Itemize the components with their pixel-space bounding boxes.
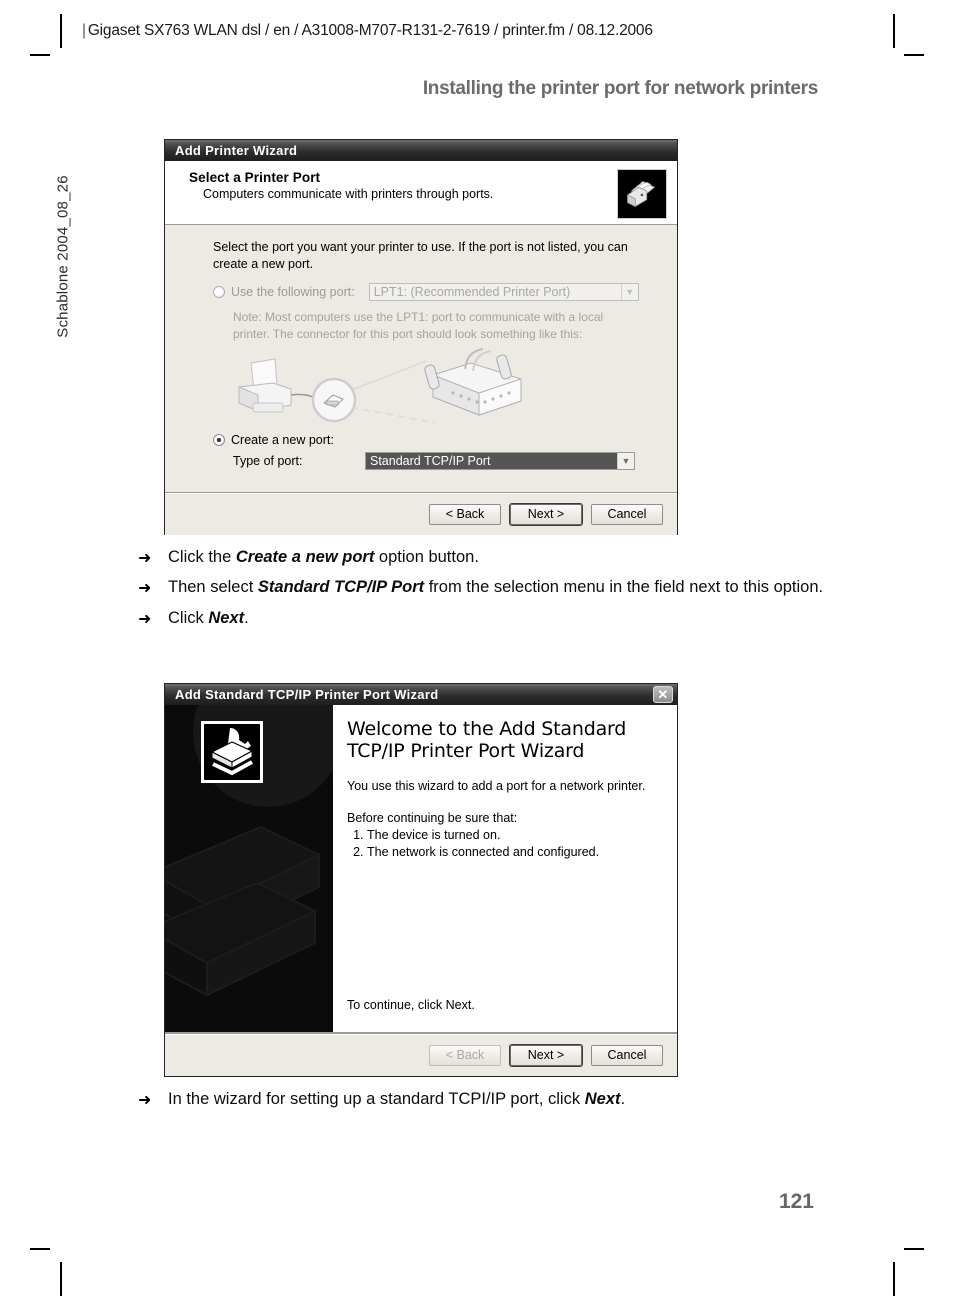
wizard-footer: < Back Next > Cancel — [165, 492, 677, 535]
crop-mark-bottom-left — [30, 1248, 50, 1250]
arrow-bullet-icon: ➜ — [138, 610, 152, 628]
create-new-port-row[interactable]: Create a new port: — [213, 433, 661, 447]
list-item: ➜ Click Next. — [138, 608, 858, 630]
port-select-dropdown[interactable]: LPT1: (Recommended Printer Port) ▼ — [368, 283, 639, 301]
banner-watermark-icon — [165, 825, 322, 997]
cancel-button[interactable]: Cancel — [591, 1044, 663, 1066]
crop-mark-bottom-right — [904, 1248, 924, 1250]
instruction-list-first: ➜ Click the Create a new port option but… — [138, 547, 858, 638]
step-text: Click Next. — [168, 608, 249, 627]
before-continuing-label: Before continuing be sure that: — [347, 810, 518, 825]
welcome-heading: Welcome to the Add Standard TCP/IP Print… — [347, 718, 627, 762]
list-item: The network is connected and configured. — [367, 844, 663, 861]
template-side-label: Schablone 2004_08_26 — [54, 175, 72, 338]
header-text: Gigaset SX763 WLAN dsl / en / A31008-M70… — [87, 22, 653, 39]
port-select-value: LPT1: (Recommended Printer Port) — [373, 285, 571, 299]
crop-mark-top-right — [904, 54, 924, 56]
wizard-heading: Select a Printer Port — [189, 170, 321, 185]
crop-mark-top-left-v — [60, 14, 62, 48]
lpt1-note: Note: Most computers use the LPT1: port … — [233, 310, 604, 341]
tcpip-port-wizard-dialog[interactable]: Add Standard TCP/IP Printer Port Wizard … — [164, 683, 678, 1077]
port-selection-instruction: Select the port you want your printer to… — [213, 240, 628, 271]
wizard-side-banner — [165, 705, 333, 1032]
create-new-port-label: Create a new port: — [231, 432, 334, 447]
step-text: Then select Standard TCP/IP Port from th… — [168, 578, 824, 597]
dialog-title-bar[interactable]: Add Standard TCP/IP Printer Port Wizard … — [165, 684, 677, 705]
port-type-dropdown[interactable]: Standard TCP/IP Port ▼ — [365, 451, 635, 470]
page-number: 121 — [778, 1190, 814, 1213]
step-text: Click the Create a new port option butto… — [168, 548, 479, 566]
close-icon[interactable]: ✕ — [653, 686, 673, 703]
page-title: Installing the printer port for network … — [422, 78, 818, 99]
cancel-button[interactable]: Cancel — [591, 503, 663, 525]
list-item: ➜ Click the Create a new port option but… — [138, 547, 858, 569]
back-button[interactable]: < Back — [429, 503, 501, 525]
chevron-down-icon: ▼ — [617, 452, 634, 469]
list-item: The device is turned on. — [367, 827, 663, 844]
wizard-welcome-content: Welcome to the Add Standard TCP/IP Print… — [333, 705, 677, 1032]
port-type-row: Type of port: Standard TCP/IP Port ▼ — [233, 451, 661, 470]
document-header: | Gigaset SX763 WLAN dsl / en / A31008-M7… — [82, 22, 653, 40]
back-button[interactable]: < Back — [429, 1044, 501, 1066]
step-text: In the wizard for setting up a standard … — [168, 1090, 626, 1108]
wizard-footer: < Back Next > Cancel — [165, 1033, 677, 1076]
continue-hint: To continue, click Next. — [347, 997, 475, 1012]
before-continuing-list: The device is turned on. The network is … — [347, 827, 663, 862]
crop-mark-top-right-v — [893, 14, 895, 48]
header-rule-glyph: | — [82, 22, 86, 39]
wizard-welcome-body: Welcome to the Add Standard TCP/IP Print… — [165, 705, 677, 1033]
use-following-port-row[interactable]: Use the following port: LPT1: (Recommend… — [213, 283, 661, 301]
dialog-title-bar[interactable]: Add Printer Wizard — [165, 140, 677, 161]
use-following-port-radio[interactable] — [213, 286, 225, 298]
dialog-title-text: Add Printer Wizard — [175, 143, 298, 158]
crop-mark-bottom-right-v — [893, 1262, 895, 1296]
use-following-port-label: Use the following port: — [231, 285, 355, 299]
printer-and-parallel-connector-illustration — [221, 345, 661, 431]
arrow-bullet-icon: ➜ — [138, 1092, 152, 1109]
chevron-down-icon: ▼ — [620, 284, 638, 300]
printer-icon — [617, 169, 667, 219]
arrow-bullet-icon: ➜ — [138, 550, 152, 567]
dialog-title-text: Add Standard TCP/IP Printer Port Wizard — [175, 687, 439, 702]
port-type-label: Type of port: — [233, 453, 303, 468]
list-item: ➜ Then select Standard TCP/IP Port from … — [138, 577, 858, 599]
add-printer-wizard-dialog[interactable]: Add Printer Wizard Select a Printer Port… — [164, 139, 678, 535]
port-type-value: Standard TCP/IP Port — [366, 452, 617, 469]
next-button[interactable]: Next > — [510, 503, 582, 525]
crop-mark-top-left — [30, 54, 50, 56]
wizard-header: Select a Printer Port Computers communic… — [165, 161, 677, 225]
wizard-body: Select the port you want your printer to… — [165, 225, 677, 492]
next-button[interactable]: Next > — [510, 1044, 582, 1066]
network-printer-icon — [201, 721, 263, 783]
list-item: ➜ In the wizard for setting up a standar… — [138, 1089, 858, 1111]
instruction-list-second: ➜ In the wizard for setting up a standar… — [138, 1089, 858, 1119]
wizard-subheading: Computers communicate with printers thro… — [203, 187, 494, 201]
create-new-port-radio[interactable] — [213, 433, 225, 446]
crop-mark-bottom-left-v — [60, 1262, 62, 1296]
arrow-bullet-icon: ➜ — [138, 580, 152, 598]
welcome-intro: You use this wizard to add a port for a … — [347, 779, 646, 794]
